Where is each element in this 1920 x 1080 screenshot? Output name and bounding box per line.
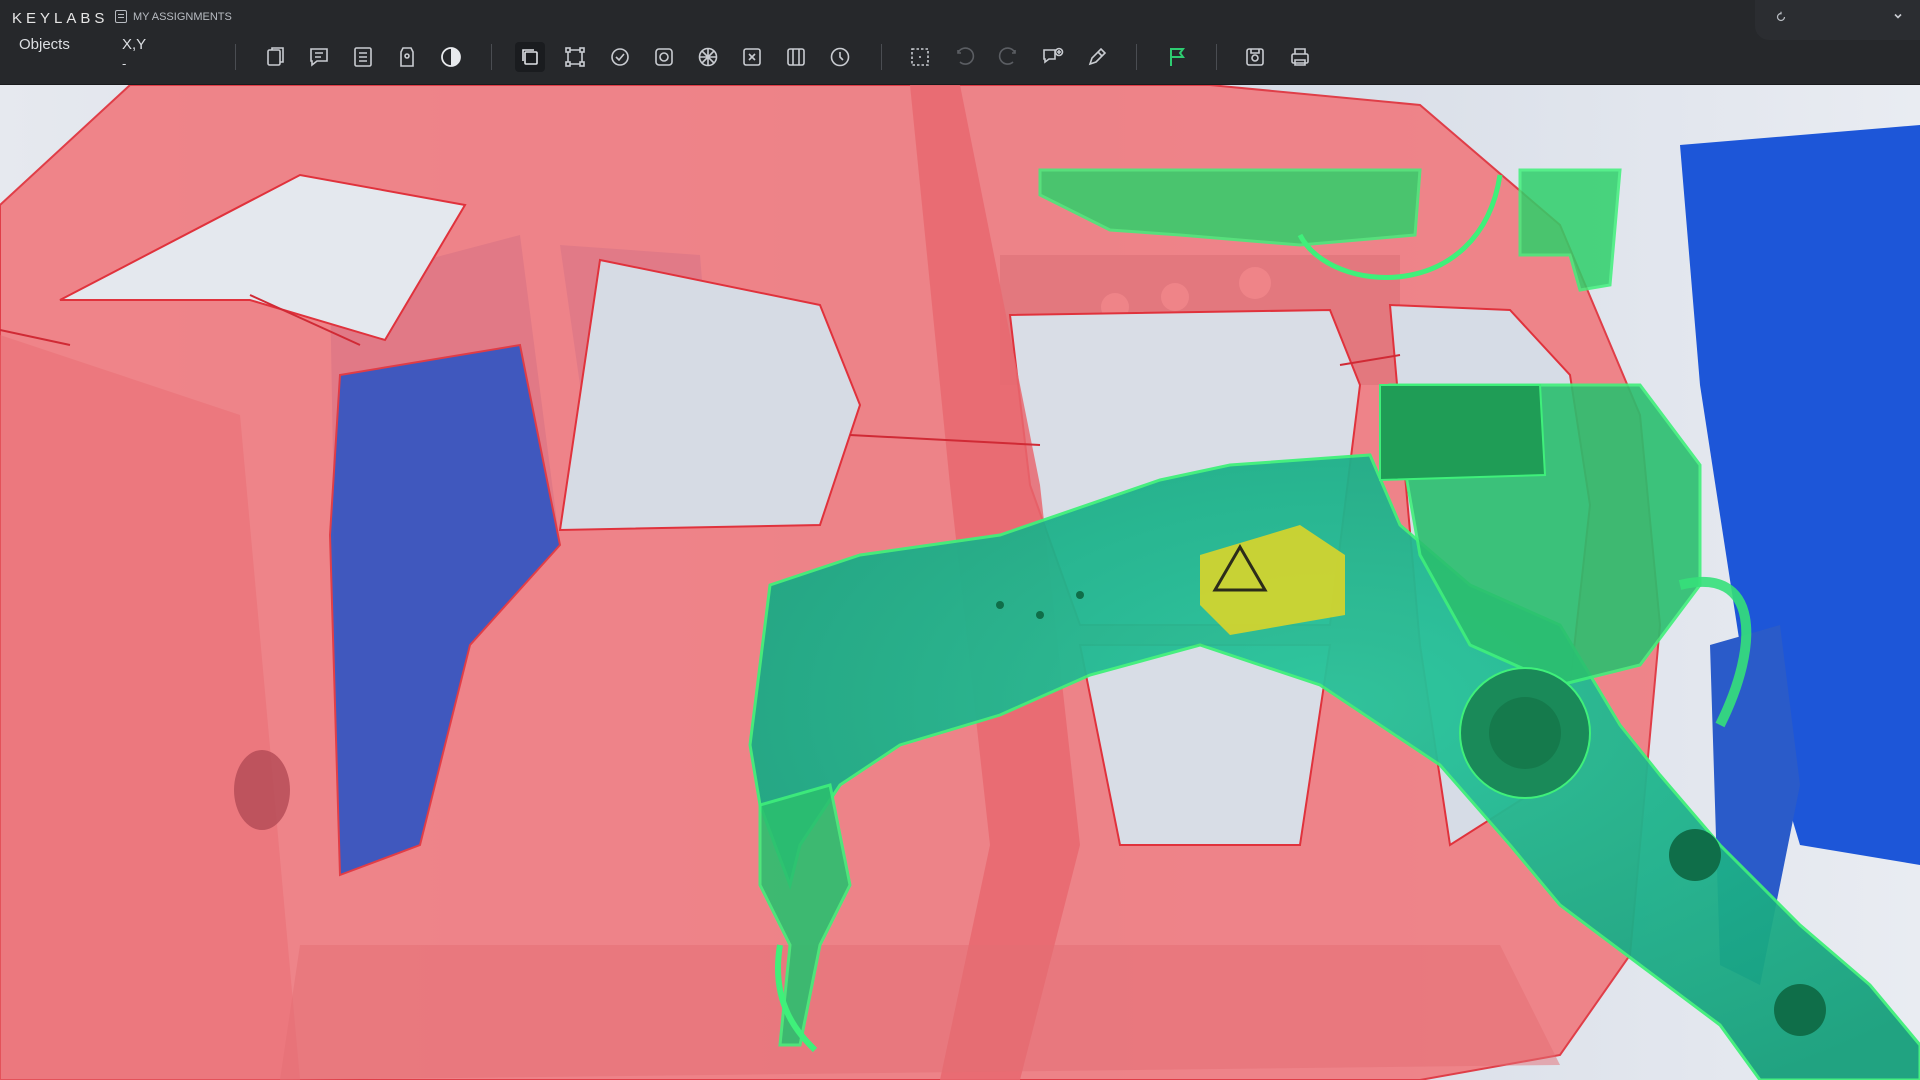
toolbar-divider xyxy=(1136,44,1137,70)
xy-value: - xyxy=(122,56,127,71)
my-assignments-label: MY ASSIGNMENTS xyxy=(133,10,232,23)
document-icon xyxy=(115,10,127,23)
tag-icon xyxy=(400,47,414,67)
smart-segment-button[interactable] xyxy=(649,42,679,72)
toolbar-divider xyxy=(881,44,882,70)
annotation-canvas[interactable] xyxy=(0,85,1920,1080)
smart-segment-icon xyxy=(655,48,673,66)
flag-button[interactable] xyxy=(1162,42,1192,72)
app-logo: KEYLABS xyxy=(12,10,109,27)
my-assignments-link[interactable]: MY ASSIGNMENTS xyxy=(115,10,232,23)
box-select-button[interactable] xyxy=(737,42,767,72)
toolbar-divider xyxy=(491,44,492,70)
polygon-icon xyxy=(522,49,538,65)
mesh-tool-button[interactable] xyxy=(693,42,723,72)
xy-label: X,Y xyxy=(122,36,147,53)
top-toolbar: KEYLABS MY ASSIGNMENTS Objects X,Y - xyxy=(0,0,1920,85)
polygon-tool-button[interactable] xyxy=(515,42,545,72)
selection-icon xyxy=(911,48,929,66)
redo-icon xyxy=(998,47,1016,65)
comment-add-icon xyxy=(1043,47,1064,64)
save-button[interactable] xyxy=(1240,42,1270,72)
redo-button[interactable] xyxy=(993,42,1023,72)
pen-icon xyxy=(1088,47,1107,66)
rotate-icon xyxy=(830,47,850,67)
list-icon xyxy=(354,47,372,67)
objects-tab[interactable]: Objects xyxy=(19,36,70,53)
grid-icon xyxy=(787,48,805,66)
auto-segment-button[interactable] xyxy=(605,42,635,72)
chevron-down-icon xyxy=(1894,13,1902,19)
add-comment-button[interactable] xyxy=(1038,42,1068,72)
print-icon xyxy=(1291,48,1309,66)
toolbar-divider xyxy=(235,44,236,70)
comment-icon xyxy=(310,48,328,67)
refresh-icon xyxy=(1776,11,1786,22)
car-hole xyxy=(234,750,290,830)
contrast-icon xyxy=(441,47,461,67)
grid-tool-button[interactable] xyxy=(781,42,811,72)
annotation-image xyxy=(0,85,1920,1080)
selection-button[interactable] xyxy=(905,42,935,72)
print-button[interactable] xyxy=(1285,42,1315,72)
user-menu[interactable] xyxy=(1755,0,1920,40)
car-floor xyxy=(280,945,1560,1080)
undo-button[interactable] xyxy=(950,42,980,72)
rotate-tool-button[interactable] xyxy=(825,42,855,72)
pen-tool-button[interactable] xyxy=(1082,42,1112,72)
contrast-button[interactable] xyxy=(436,42,466,72)
list-button[interactable] xyxy=(348,42,378,72)
keypoints-icon xyxy=(565,47,585,67)
box-select-icon xyxy=(743,48,761,66)
comment-button[interactable] xyxy=(304,42,334,72)
flag-icon xyxy=(1170,48,1185,66)
tag-button[interactable] xyxy=(392,42,422,72)
keypoints-tool-button[interactable] xyxy=(560,42,590,72)
undo-icon xyxy=(957,47,975,65)
copy-icon xyxy=(267,47,284,66)
mesh-icon xyxy=(698,47,718,67)
toolbar-divider xyxy=(1216,44,1217,70)
save-icon xyxy=(1246,48,1264,66)
copy-button[interactable] xyxy=(260,42,290,72)
auto-segment-icon xyxy=(611,48,629,66)
